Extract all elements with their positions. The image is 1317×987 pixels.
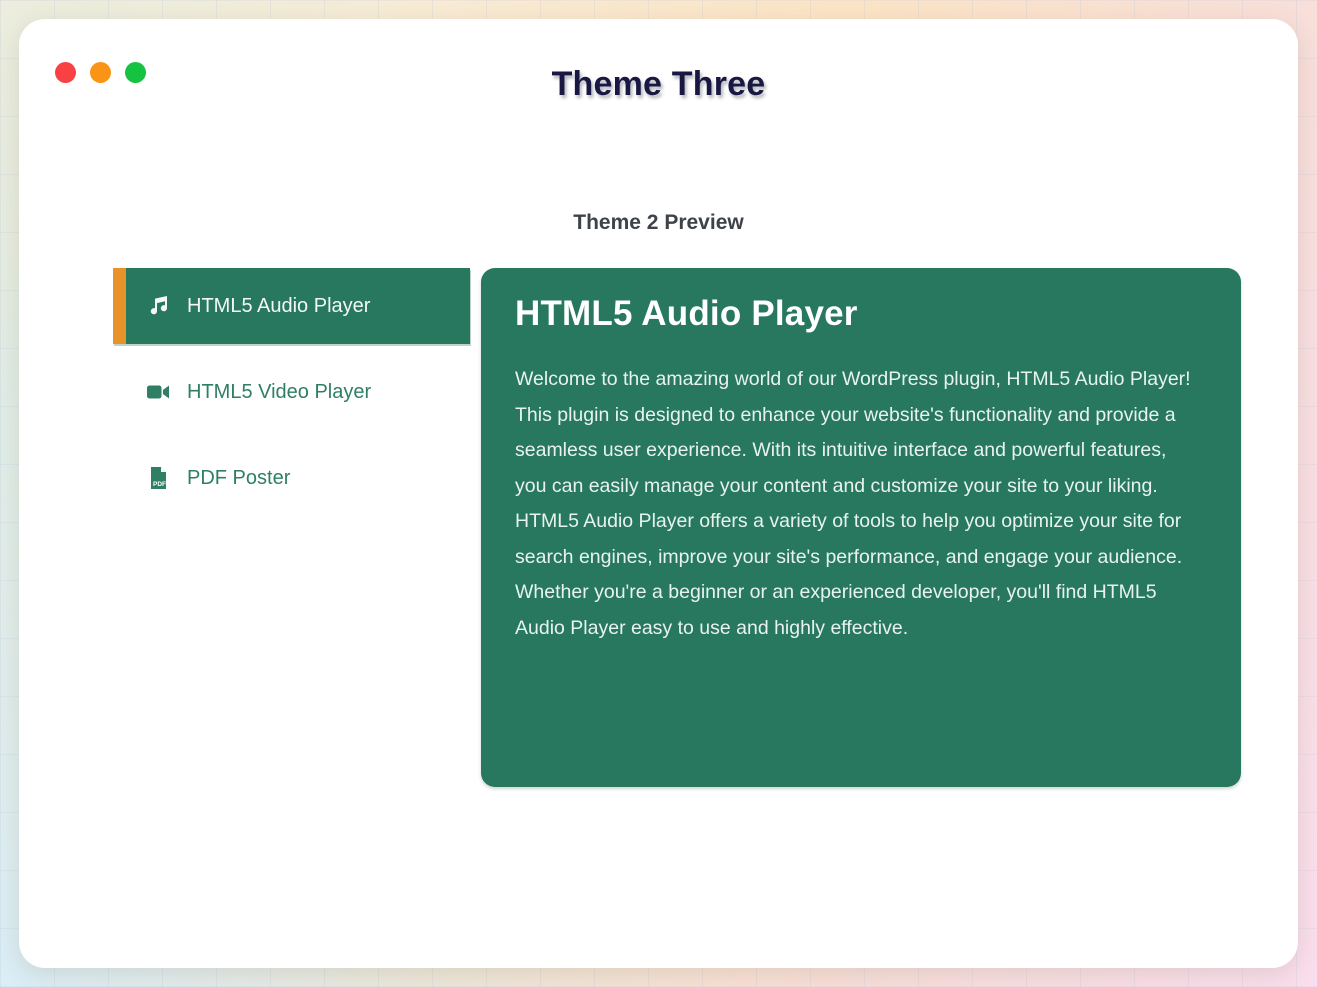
tab-label: PDF Poster xyxy=(187,467,290,490)
app-window: Theme Three Theme 2 Preview HTML5 Audio … xyxy=(19,19,1298,968)
tab-html5-audio-player[interactable]: HTML5 Audio Player xyxy=(113,268,470,344)
tab-html5-video-player[interactable]: HTML5 Video Player xyxy=(113,354,470,430)
tab-pdf-poster[interactable]: PDF PDF Poster xyxy=(113,440,470,516)
pdf-file-icon: PDF xyxy=(146,466,170,490)
titlebar: Theme Three xyxy=(19,19,1298,107)
panel-title: HTML5 Audio Player xyxy=(515,294,1207,334)
panel-description: Welcome to the amazing world of our Word… xyxy=(515,362,1193,646)
tab-list: HTML5 Audio Player HTML5 Video Player xyxy=(113,268,470,516)
window-title: Theme Three xyxy=(19,65,1298,104)
tab-label: HTML5 Video Player xyxy=(187,381,371,404)
preview-heading: Theme 2 Preview xyxy=(19,211,1298,235)
svg-text:PDF: PDF xyxy=(153,481,166,488)
panel-paragraph: HTML5 Audio Player offers a variety of t… xyxy=(515,504,1193,646)
music-note-icon xyxy=(146,294,170,318)
panel-paragraph: Welcome to the amazing world of our Word… xyxy=(515,362,1193,504)
video-camera-icon xyxy=(146,380,170,404)
tab-content-panel: HTML5 Audio Player Welcome to the amazin… xyxy=(481,268,1241,787)
theme-preview: HTML5 Audio Player HTML5 Video Player xyxy=(113,268,1241,787)
tab-label: HTML5 Audio Player xyxy=(187,295,370,318)
